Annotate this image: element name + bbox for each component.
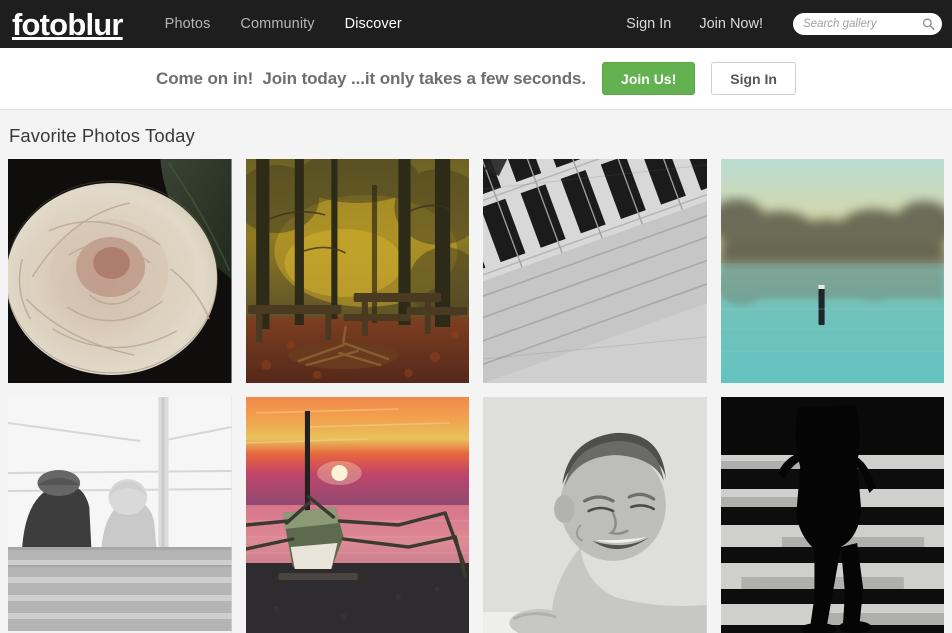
search-input[interactable] — [793, 13, 942, 35]
photo-tile-bench[interactable] — [8, 397, 232, 633]
photo-image-child — [483, 397, 707, 633]
photo-tile-architecture[interactable] — [483, 159, 707, 383]
nav-item-photos[interactable]: Photos — [165, 16, 211, 32]
header-actions: Sign In Join Now! — [626, 13, 942, 35]
signup-promo-banner: Come on in! Join today ...it only takes … — [0, 48, 952, 110]
photo-image-rose — [8, 159, 232, 383]
promo-sign-in-button[interactable]: Sign In — [711, 62, 796, 95]
photo-image-bench — [8, 397, 232, 633]
main-content: Favorite Photos Today — [0, 110, 952, 633]
join-us-button[interactable]: Join Us! — [602, 62, 696, 95]
photo-tile-sunset[interactable] — [245, 397, 469, 633]
site-logo[interactable]: fotoblur — [12, 9, 123, 40]
photo-tile-lake[interactable] — [720, 159, 944, 383]
main-navigation: Photos Community Discover — [165, 16, 402, 32]
search-box — [793, 13, 942, 35]
photo-image-forest — [245, 159, 469, 383]
photo-image-architecture — [483, 159, 707, 383]
photo-image-sunset — [245, 397, 469, 633]
photo-tile-forest[interactable] — [245, 159, 469, 383]
photo-tile-rose[interactable] — [8, 159, 232, 383]
join-now-link[interactable]: Join Now! — [699, 16, 763, 32]
sign-in-link[interactable]: Sign In — [626, 16, 671, 32]
photo-image-stairs — [720, 397, 944, 633]
photo-tile-stairs[interactable] — [720, 397, 944, 633]
photo-grid — [8, 159, 944, 633]
photo-image-lake — [720, 159, 944, 383]
photo-tile-child[interactable] — [483, 397, 707, 633]
nav-item-discover[interactable]: Discover — [345, 16, 402, 32]
promo-message: Come on in! Join today ...it only takes … — [156, 68, 587, 88]
nav-item-community[interactable]: Community — [240, 16, 314, 32]
site-header: fotoblur Photos Community Discover Sign … — [0, 0, 952, 48]
page-title: Favorite Photos Today — [9, 125, 195, 146]
